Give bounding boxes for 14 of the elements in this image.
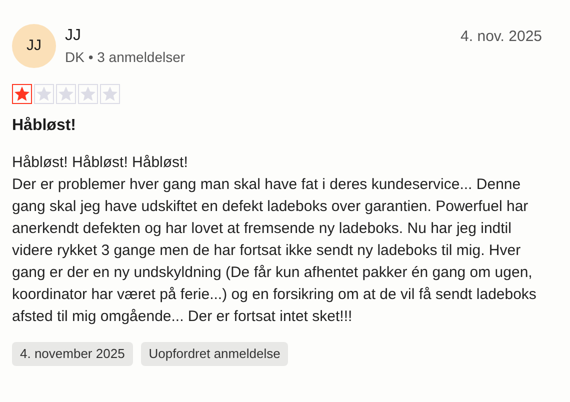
avatar: JJ — [12, 24, 56, 68]
star-icon — [78, 84, 98, 104]
review-text: Håbløst! Håbløst! Håbløst! — [12, 153, 189, 173]
star-icon — [100, 84, 120, 104]
star-icon — [12, 84, 32, 104]
star-icon — [56, 84, 76, 104]
review-text: Der er problemer hver gang man skal have fat i deres kundeservice... Denne gang skal jeg have udskiftet en defekt ladeboks over garantien. Powerfuel har anerkendt defekten og har lovet at fremsende ny ladeboks. Nu har jeg indtil videre rykket 3 gange men de har fortsat ikke sendt ny ladeboks til mig. Hver gang er der en ny undskyldning (De får kun afhentet pakker én gang om ugen, koordinator har været på ferie...) og en forsikring om at de vil få sendt ladeboks afsted til mig omgående... Der er fortsat intet sket!!! — [12, 175, 538, 327]
review-date: 4. nov. 2025 — [460, 27, 542, 47]
author-meta: DK • 3 anmeldelser — [65, 48, 186, 67]
review-title: Håbløst! — [12, 116, 77, 136]
review-tag: Uopfordret anmeldelse — [140, 342, 288, 366]
author-name: JJ — [65, 26, 82, 46]
review-tag: 4. november 2025 — [12, 342, 133, 366]
star-icon — [34, 84, 54, 104]
